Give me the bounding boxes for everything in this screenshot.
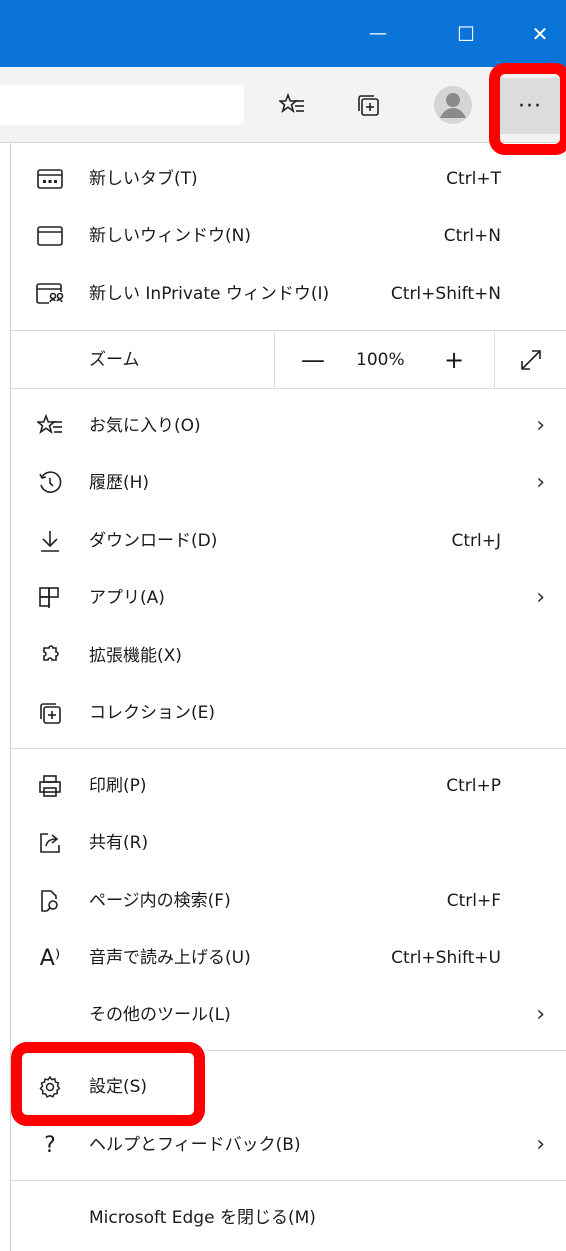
- menu-item-zoom: ズーム — 100% +: [11, 332, 566, 388]
- close-button[interactable]: ✕: [510, 0, 566, 67]
- menu-shortcut: Ctrl+Shift+N: [390, 284, 501, 304]
- menu-shortcut: Ctrl+Shift+U: [391, 948, 501, 968]
- menu-divider: [11, 748, 566, 749]
- settings-and-more-button[interactable]: ···: [500, 78, 560, 134]
- new-tab-icon: [35, 164, 65, 194]
- menu-item-share[interactable]: 共有(R): [11, 815, 566, 871]
- menu-item-find-on-page[interactable]: ページ内の検索(F) Ctrl+F: [11, 873, 566, 929]
- collections-icon: [35, 698, 65, 728]
- share-icon: [35, 828, 65, 858]
- menu-shortcut: Ctrl+N: [443, 226, 501, 246]
- chevron-right-icon: ›: [536, 585, 545, 610]
- history-icon: [35, 468, 65, 498]
- menu-label: コレクション(E): [89, 703, 216, 723]
- maximize-button[interactable]: ☐: [422, 0, 510, 67]
- print-icon: [35, 771, 65, 801]
- menu-divider: [11, 1180, 566, 1181]
- menu-item-downloads[interactable]: ダウンロード(D) Ctrl+J: [11, 513, 566, 569]
- menu-divider: [11, 388, 566, 389]
- menu-item-new-window[interactable]: 新しいウィンドウ(N) Ctrl+N: [11, 208, 566, 264]
- menu-label: ページ内の検索(F): [89, 891, 231, 911]
- download-icon: [35, 526, 65, 556]
- collections-bar-icon[interactable]: [344, 83, 392, 127]
- browser-toolbar: ···: [0, 67, 566, 143]
- chevron-right-icon: ›: [536, 470, 545, 495]
- menu-label: 印刷(P): [89, 776, 147, 796]
- menu-item-favorites[interactable]: お気に入り(O) ›: [11, 398, 566, 454]
- read-aloud-icon: A⁾: [39, 945, 61, 971]
- find-icon: [35, 886, 65, 916]
- favorites-icon: [35, 411, 65, 441]
- menu-label: お気に入り(O): [89, 416, 201, 436]
- zoom-label: ズーム: [89, 350, 140, 370]
- menu-label: 新しいウィンドウ(N): [89, 226, 251, 246]
- zoom-out-button[interactable]: —: [293, 332, 333, 388]
- menu-item-read-aloud[interactable]: A⁾ 音声で読み上げる(U) Ctrl+Shift+U: [11, 930, 566, 986]
- menu-shortcut: Ctrl+T: [446, 169, 501, 189]
- zoom-in-button[interactable]: +: [434, 332, 474, 388]
- menu-divider: [11, 330, 566, 331]
- settings-menu: 新しいタブ(T) Ctrl+T 新しいウィンドウ(N) Ctrl+N 新しい I…: [10, 142, 566, 1251]
- new-window-icon: [35, 221, 65, 251]
- menu-item-apps[interactable]: アプリ(A) ›: [11, 570, 566, 626]
- minimize-button[interactable]: —: [334, 0, 422, 67]
- zoom-level: 100%: [356, 350, 405, 370]
- menu-label: ダウンロード(D): [89, 531, 218, 551]
- menu-label: 拡張機能(X): [89, 646, 182, 666]
- menu-item-extensions[interactable]: 拡張機能(X): [11, 628, 566, 684]
- menu-item-new-inprivate-window[interactable]: 新しい InPrivate ウィンドウ(I) Ctrl+Shift+N: [11, 266, 566, 322]
- menu-item-more-tools[interactable]: その他のツール(L) ›: [11, 987, 566, 1043]
- zoom-divider: [274, 332, 275, 388]
- menu-shortcut: Ctrl+J: [451, 531, 501, 551]
- menu-label: 新しいタブ(T): [89, 169, 198, 189]
- menu-divider: [11, 1050, 566, 1051]
- help-icon: ?: [44, 1132, 56, 1158]
- menu-shortcut: Ctrl+F: [446, 891, 501, 911]
- menu-label: その他のツール(L): [89, 1005, 231, 1025]
- menu-item-settings[interactable]: 設定(S): [11, 1059, 566, 1115]
- inprivate-icon: [35, 279, 65, 309]
- menu-label: 新しい InPrivate ウィンドウ(I): [89, 284, 330, 304]
- menu-label: 共有(R): [89, 833, 149, 853]
- menu-item-print[interactable]: 印刷(P) Ctrl+P: [11, 758, 566, 814]
- menu-shortcut: Ctrl+P: [446, 776, 501, 796]
- menu-item-history[interactable]: 履歴(H) ›: [11, 455, 566, 511]
- chevron-right-icon: ›: [536, 413, 545, 438]
- menu-label: アプリ(A): [89, 588, 165, 608]
- menu-item-help-and-feedback[interactable]: ? ヘルプとフィードバック(B) ›: [11, 1117, 566, 1173]
- menu-item-close-edge[interactable]: Microsoft Edge を閉じる(M): [11, 1190, 566, 1246]
- menu-label: Microsoft Edge を閉じる(M): [89, 1208, 316, 1228]
- menu-item-collections[interactable]: コレクション(E): [11, 685, 566, 741]
- chevron-right-icon: ›: [536, 1002, 545, 1027]
- chevron-right-icon: ›: [536, 1132, 545, 1157]
- fullscreen-icon[interactable]: [516, 345, 546, 375]
- apps-icon: [35, 583, 65, 613]
- menu-label: 音声で読み上げる(U): [89, 948, 251, 968]
- zoom-divider: [494, 332, 495, 388]
- address-bar[interactable]: [0, 85, 244, 125]
- menu-label: 履歴(H): [89, 473, 150, 493]
- menu-label: ヘルプとフィードバック(B): [89, 1135, 301, 1155]
- profile-avatar[interactable]: [429, 83, 477, 127]
- menu-label: 設定(S): [89, 1077, 148, 1097]
- favorites-bar-icon[interactable]: [268, 83, 316, 127]
- menu-item-new-tab[interactable]: 新しいタブ(T) Ctrl+T: [11, 151, 566, 207]
- gear-icon: [35, 1072, 65, 1102]
- title-bar: — ☐ ✕: [0, 0, 566, 67]
- extensions-icon: [35, 641, 65, 671]
